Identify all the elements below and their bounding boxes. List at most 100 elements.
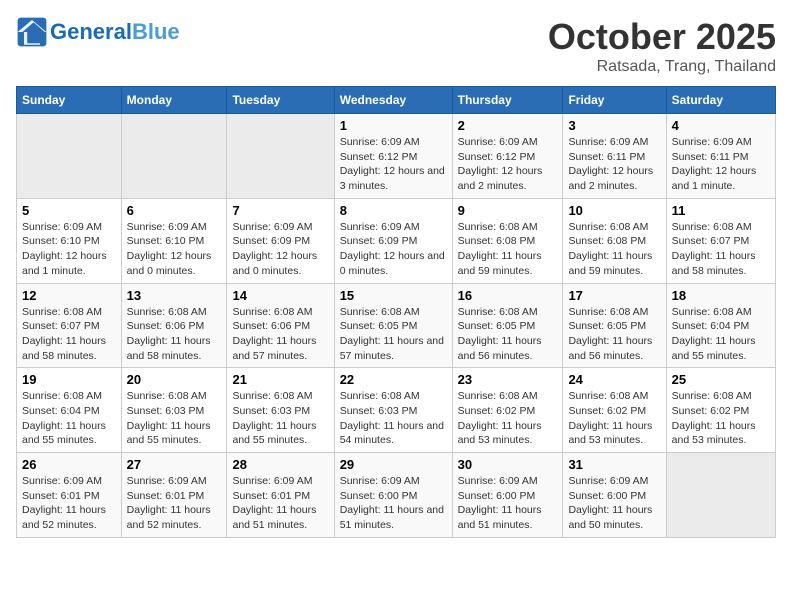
calendar-cell: 7Sunrise: 6:09 AM Sunset: 6:09 PM Daylig… bbox=[227, 198, 334, 283]
calendar-cell: 13 Sunrise: 6:08 AM Sunset: 6:06 PM Dayli… bbox=[121, 283, 227, 368]
day-number: 28 bbox=[232, 457, 328, 472]
day-number: 3 bbox=[568, 118, 660, 133]
general-blue-icon bbox=[16, 16, 48, 48]
day-info: Sunrise: 6:09 AM Sunset: 6:11 PM Dayligh… bbox=[568, 135, 660, 194]
calendar-cell: 9 Sunrise: 6:08 AM Sunset: 6:08 PM Daylig… bbox=[452, 198, 563, 283]
calendar-cell: 24 Sunrise: 6:08 AM Sunset: 6:02 PM Dayli… bbox=[563, 368, 666, 453]
day-number: 26 bbox=[22, 457, 116, 472]
day-info: Sunrise: 6:08 AM Sunset: 6:05 PM Dayligh… bbox=[568, 305, 660, 364]
day-number: 10 bbox=[568, 203, 660, 218]
day-number: 23 bbox=[458, 372, 558, 387]
calendar-cell bbox=[227, 114, 334, 199]
day-header-monday: Monday bbox=[121, 87, 227, 114]
day-number: 18 bbox=[672, 288, 770, 303]
calendar-week-1: 1 Sunrise: 6:09 AM Sunset: 6:12 PM Daylig… bbox=[17, 114, 776, 199]
day-number: 31 bbox=[568, 457, 660, 472]
day-number: 24 bbox=[568, 372, 660, 387]
calendar-cell: 8Sunrise: 6:09 AM Sunset: 6:09 PM Daylig… bbox=[334, 198, 452, 283]
day-info: Sunrise: 6:09 AM Sunset: 6:00 PM Dayligh… bbox=[458, 474, 558, 533]
calendar-week-2: 5 Sunrise: 6:09 AM Sunset: 6:10 PM Daylig… bbox=[17, 198, 776, 283]
calendar-cell: 1 Sunrise: 6:09 AM Sunset: 6:12 PM Daylig… bbox=[334, 114, 452, 199]
day-number: 19 bbox=[22, 372, 116, 387]
calendar-cell bbox=[121, 114, 227, 199]
logo-general: General bbox=[50, 19, 132, 44]
day-info: Sunrise: 6:08 AM Sunset: 6:06 PM Dayligh… bbox=[232, 305, 328, 364]
day-info: Sunrise: 6:09 AM Sunset: 6:09 PM Dayligh… bbox=[232, 220, 328, 279]
day-info: Sunrise: 6:09 AM Sunset: 6:01 PM Dayligh… bbox=[22, 474, 116, 533]
calendar-cell: 3 Sunrise: 6:09 AM Sunset: 6:11 PM Daylig… bbox=[563, 114, 666, 199]
day-header-saturday: Saturday bbox=[666, 87, 775, 114]
day-info: Sunrise: 6:08 AM Sunset: 6:04 PM Dayligh… bbox=[22, 389, 116, 448]
day-number: 13 bbox=[127, 288, 222, 303]
day-info: Sunrise: 6:09 AM Sunset: 6:10 PM Dayligh… bbox=[127, 220, 222, 279]
calendar-cell: 23 Sunrise: 6:08 AM Sunset: 6:02 PM Dayli… bbox=[452, 368, 563, 453]
day-info: Sunrise: 6:09 AM Sunset: 6:01 PM Dayligh… bbox=[232, 474, 328, 533]
day-info: Sunrise: 6:08 AM Sunset: 6:05 PM Dayligh… bbox=[458, 305, 558, 364]
day-number: 12 bbox=[22, 288, 116, 303]
calendar-cell: 16 Sunrise: 6:08 AM Sunset: 6:05 PM Dayli… bbox=[452, 283, 563, 368]
calendar-cell: 2 Sunrise: 6:09 AM Sunset: 6:12 PM Daylig… bbox=[452, 114, 563, 199]
location: Ratsada, Trang, Thailand bbox=[548, 58, 776, 76]
calendar-week-3: 12 Sunrise: 6:08 AM Sunset: 6:07 PM Dayli… bbox=[17, 283, 776, 368]
calendar-cell: 30Sunrise: 6:09 AM Sunset: 6:00 PM Dayli… bbox=[452, 453, 563, 538]
day-info: Sunrise: 6:09 AM Sunset: 6:00 PM Dayligh… bbox=[568, 474, 660, 533]
day-number: 15 bbox=[340, 288, 447, 303]
logo-blue: Blue bbox=[132, 19, 180, 44]
day-number: 17 bbox=[568, 288, 660, 303]
calendar-cell: 10 Sunrise: 6:08 AM Sunset: 6:08 PM Dayli… bbox=[563, 198, 666, 283]
day-number: 5 bbox=[22, 203, 116, 218]
calendar-week-4: 19 Sunrise: 6:08 AM Sunset: 6:04 PM Dayli… bbox=[17, 368, 776, 453]
day-number: 29 bbox=[340, 457, 447, 472]
page-header: GeneralBlue October 2025 Ratsada, Trang,… bbox=[16, 16, 776, 76]
calendar-cell: 31 Sunrise: 6:09 AM Sunset: 6:00 PM Dayli… bbox=[563, 453, 666, 538]
day-info: Sunrise: 6:09 AM Sunset: 6:00 PM Dayligh… bbox=[340, 474, 447, 533]
day-number: 25 bbox=[672, 372, 770, 387]
day-info: Sunrise: 6:09 AM Sunset: 6:12 PM Dayligh… bbox=[340, 135, 447, 194]
day-info: Sunrise: 6:08 AM Sunset: 6:03 PM Dayligh… bbox=[127, 389, 222, 448]
day-info: Sunrise: 6:08 AM Sunset: 6:03 PM Dayligh… bbox=[340, 389, 447, 448]
day-info: Sunrise: 6:08 AM Sunset: 6:07 PM Dayligh… bbox=[672, 220, 770, 279]
calendar-table: SundayMondayTuesdayWednesdayThursdayFrid… bbox=[16, 86, 776, 538]
day-header-thursday: Thursday bbox=[452, 87, 563, 114]
day-info: Sunrise: 6:08 AM Sunset: 6:08 PM Dayligh… bbox=[458, 220, 558, 279]
calendar-cell: 27Sunrise: 6:09 AM Sunset: 6:01 PM Dayli… bbox=[121, 453, 227, 538]
calendar-cell: 28 Sunrise: 6:09 AM Sunset: 6:01 PM Dayli… bbox=[227, 453, 334, 538]
day-info: Sunrise: 6:08 AM Sunset: 6:05 PM Dayligh… bbox=[340, 305, 447, 364]
calendar-cell: 20 Sunrise: 6:08 AM Sunset: 6:03 PM Dayli… bbox=[121, 368, 227, 453]
day-info: Sunrise: 6:08 AM Sunset: 6:07 PM Dayligh… bbox=[22, 305, 116, 364]
day-number: 6 bbox=[127, 203, 222, 218]
day-number: 2 bbox=[458, 118, 558, 133]
day-number: 27 bbox=[127, 457, 222, 472]
day-header-friday: Friday bbox=[563, 87, 666, 114]
day-info: Sunrise: 6:09 AM Sunset: 6:10 PM Dayligh… bbox=[22, 220, 116, 279]
day-info: Sunrise: 6:08 AM Sunset: 6:02 PM Dayligh… bbox=[672, 389, 770, 448]
calendar-cell: 4Sunrise: 6:09 AM Sunset: 6:11 PM Daylig… bbox=[666, 114, 775, 199]
title-block: October 2025 Ratsada, Trang, Thailand bbox=[548, 16, 776, 76]
day-header-sunday: Sunday bbox=[17, 87, 122, 114]
day-number: 8 bbox=[340, 203, 447, 218]
calendar-cell bbox=[666, 453, 775, 538]
calendar-cell: 26 Sunrise: 6:09 AM Sunset: 6:01 PM Dayli… bbox=[17, 453, 122, 538]
calendar-cell: 17 Sunrise: 6:08 AM Sunset: 6:05 PM Dayli… bbox=[563, 283, 666, 368]
calendar-cell: 18Sunrise: 6:08 AM Sunset: 6:04 PM Dayli… bbox=[666, 283, 775, 368]
day-number: 11 bbox=[672, 203, 770, 218]
day-number: 14 bbox=[232, 288, 328, 303]
calendar-header-row: SundayMondayTuesdayWednesdayThursdayFrid… bbox=[17, 87, 776, 114]
month-title: October 2025 bbox=[548, 16, 776, 58]
day-info: Sunrise: 6:08 AM Sunset: 6:02 PM Dayligh… bbox=[458, 389, 558, 448]
calendar-cell bbox=[17, 114, 122, 199]
day-number: 1 bbox=[340, 118, 447, 133]
day-info: Sunrise: 6:09 AM Sunset: 6:12 PM Dayligh… bbox=[458, 135, 558, 194]
day-info: Sunrise: 6:08 AM Sunset: 6:02 PM Dayligh… bbox=[568, 389, 660, 448]
calendar-week-5: 26 Sunrise: 6:09 AM Sunset: 6:01 PM Dayli… bbox=[17, 453, 776, 538]
day-info: Sunrise: 6:08 AM Sunset: 6:08 PM Dayligh… bbox=[568, 220, 660, 279]
calendar-cell: 6 Sunrise: 6:09 AM Sunset: 6:10 PM Daylig… bbox=[121, 198, 227, 283]
day-number: 22 bbox=[340, 372, 447, 387]
day-number: 9 bbox=[458, 203, 558, 218]
day-number: 21 bbox=[232, 372, 328, 387]
day-number: 16 bbox=[458, 288, 558, 303]
calendar-cell: 12 Sunrise: 6:08 AM Sunset: 6:07 PM Dayli… bbox=[17, 283, 122, 368]
day-number: 20 bbox=[127, 372, 222, 387]
day-info: Sunrise: 6:08 AM Sunset: 6:06 PM Dayligh… bbox=[127, 305, 222, 364]
calendar-cell: 19 Sunrise: 6:08 AM Sunset: 6:04 PM Dayli… bbox=[17, 368, 122, 453]
